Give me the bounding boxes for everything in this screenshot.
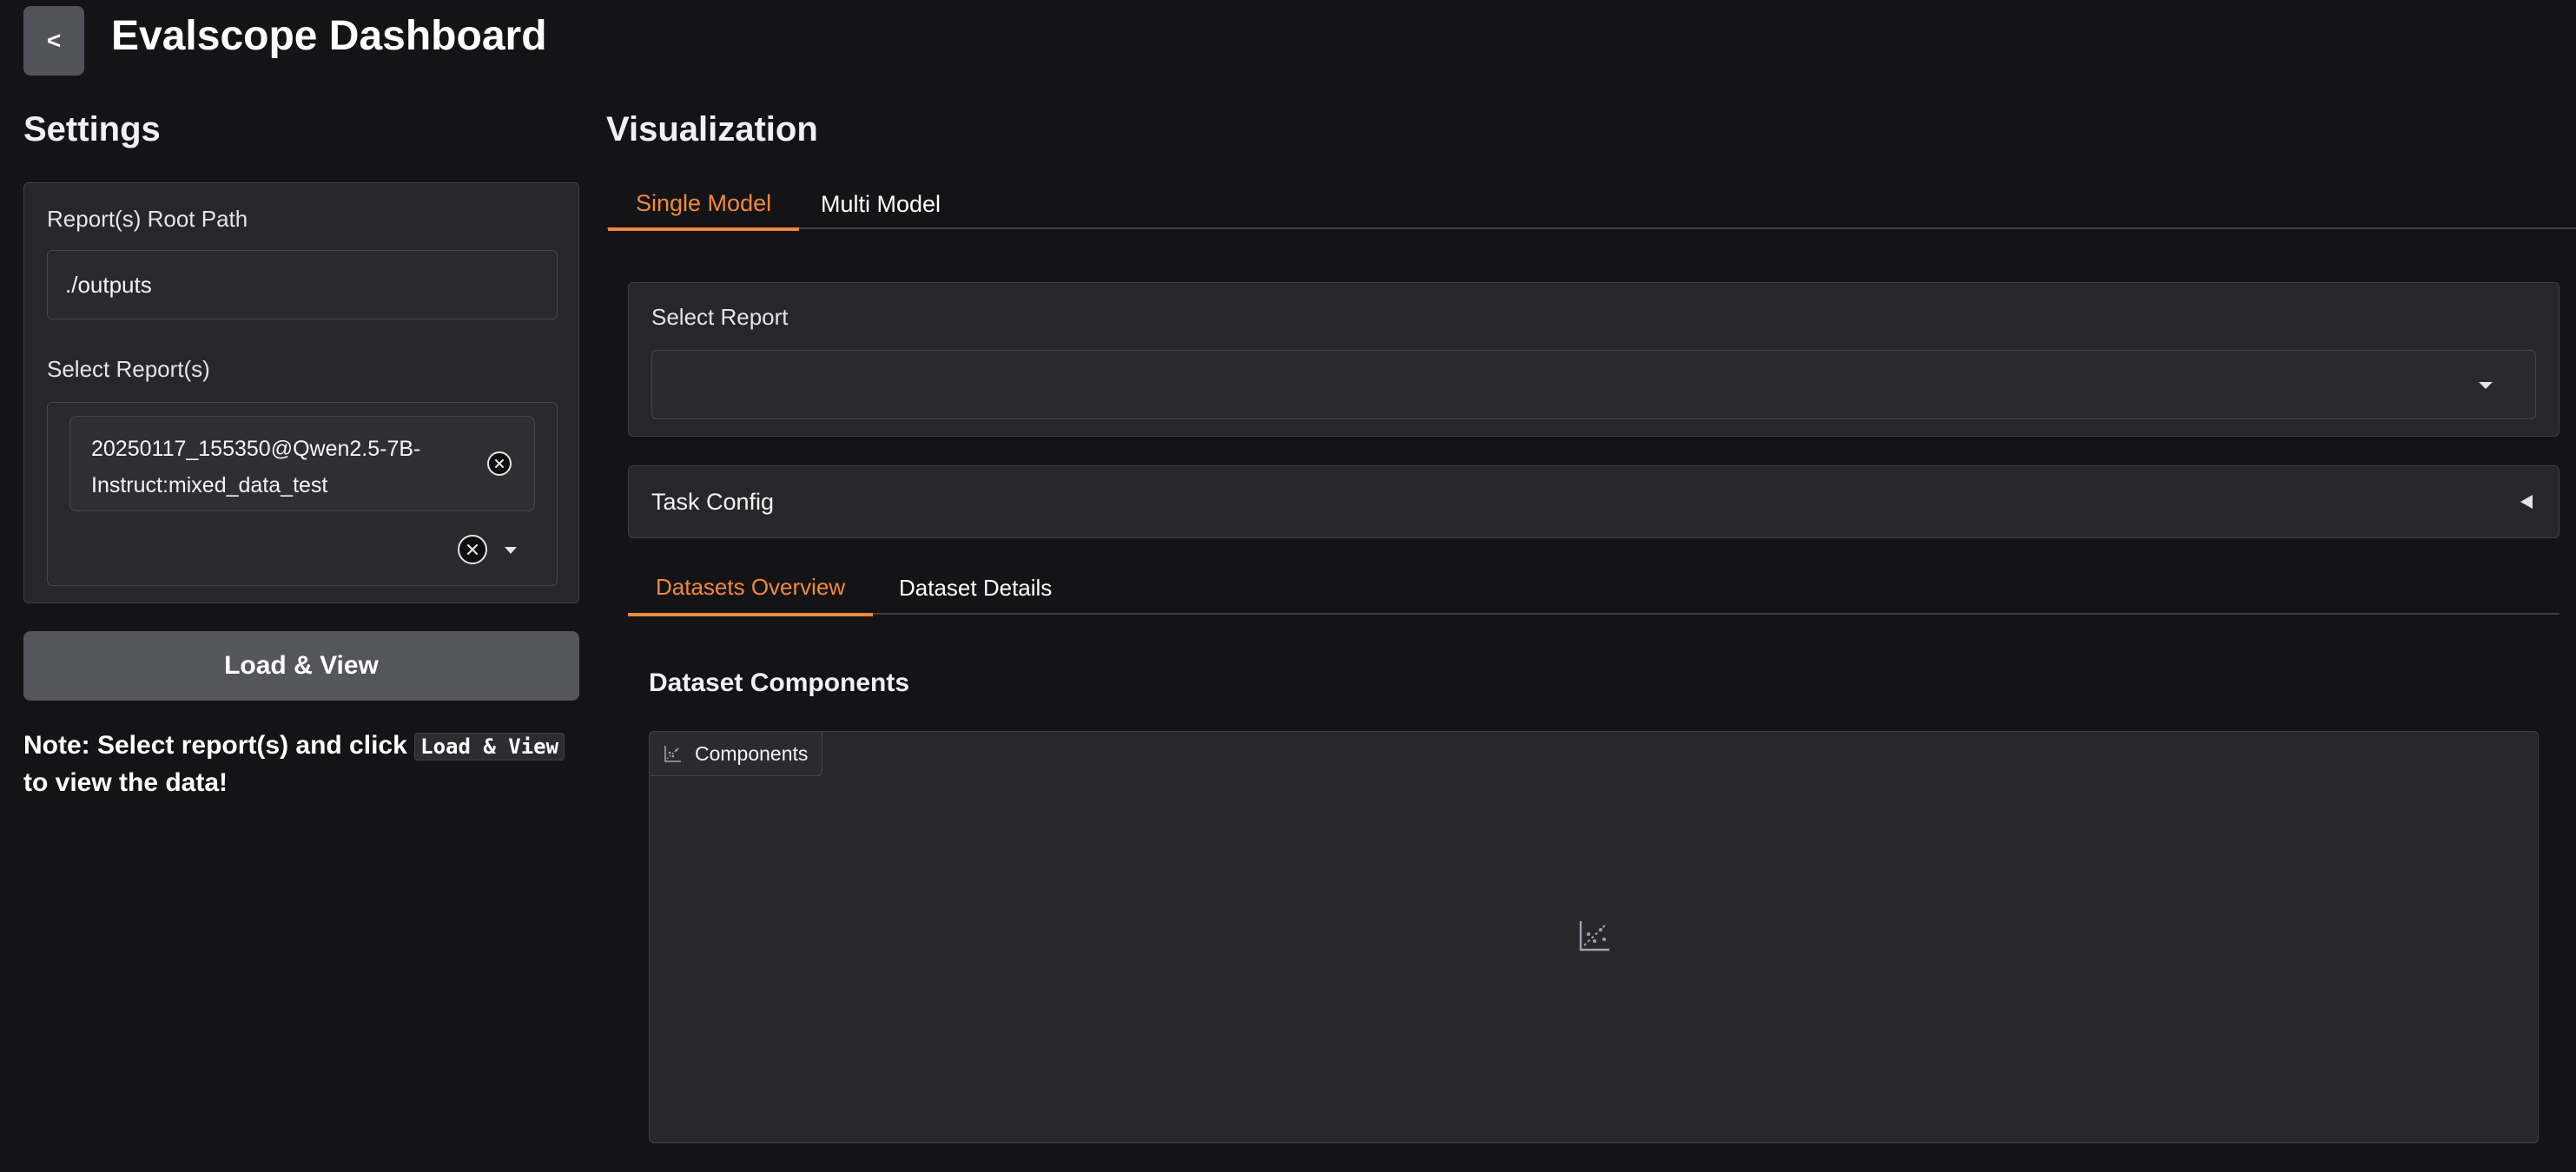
root-path-input[interactable]: ./outputs — [47, 250, 558, 319]
dropdown-toggle[interactable] — [501, 543, 520, 557]
model-tabs: Single Model Multi Model — [606, 179, 2576, 231]
tab-single-model[interactable]: Single Model — [608, 179, 800, 231]
note-suffix: to view the data! — [23, 768, 228, 797]
caret-down-icon — [2479, 382, 2493, 389]
close-icon — [495, 459, 504, 468]
tab-dataset-details[interactable]: Dataset Details — [871, 561, 1080, 615]
empty-plot-icon — [1579, 921, 1609, 951]
clear-all-button[interactable] — [458, 535, 487, 564]
dataset-components-heading: Dataset Components — [649, 668, 910, 697]
caret-left-icon — [2520, 495, 2533, 509]
select-report-dropdown[interactable] — [651, 350, 2536, 419]
note-code: Load & View — [414, 733, 565, 760]
note-text: Note: Select report(s) and click Load & … — [23, 728, 584, 801]
settings-panel: Report(s) Root Path ./outputs Select Rep… — [23, 182, 579, 603]
select-reports-label: Select Report(s) — [47, 356, 210, 382]
remove-token-button[interactable] — [487, 451, 512, 476]
plot-label-text: Components — [695, 741, 809, 765]
components-plot: Components — [649, 731, 2539, 1143]
settings-heading: Settings — [23, 110, 161, 148]
select-report-label: Select Report — [651, 304, 789, 330]
selected-report-line2: Instruct:mixed_data_test — [91, 473, 328, 497]
selected-report-line1: 20250117_155350@Qwen2.5-7B- — [91, 437, 421, 461]
visualization-heading: Visualization — [606, 110, 818, 148]
selected-report-token: 20250117_155350@Qwen2.5-7B- Instruct:mix… — [69, 416, 535, 511]
app-root: < Evalscope Dashboard Settings Report(s)… — [0, 0, 2576, 1172]
page-title: Evalscope Dashboard — [111, 13, 547, 59]
scatter-plot-icon — [664, 746, 681, 762]
select-report-panel: Select Report — [628, 282, 2559, 437]
task-config-accordion[interactable]: Task Config — [628, 465, 2559, 538]
tab-multi-model[interactable]: Multi Model — [793, 179, 968, 229]
note-prefix: Note: Select report(s) and click — [23, 731, 407, 760]
tab-datasets-overview[interactable]: Datasets Overview — [628, 561, 874, 616]
task-config-label: Task Config — [651, 488, 775, 515]
root-path-label: Report(s) Root Path — [47, 206, 248, 232]
caret-down-icon — [505, 547, 517, 554]
back-button[interactable]: < — [23, 6, 84, 76]
load-view-button[interactable]: Load & View — [23, 631, 579, 701]
close-icon — [466, 543, 479, 556]
plot-label: Components — [650, 732, 823, 776]
select-reports-multiselect[interactable]: 20250117_155350@Qwen2.5-7B- Instruct:mix… — [47, 402, 558, 586]
dataset-tabs: Datasets Overview Dataset Details — [628, 561, 2559, 616]
